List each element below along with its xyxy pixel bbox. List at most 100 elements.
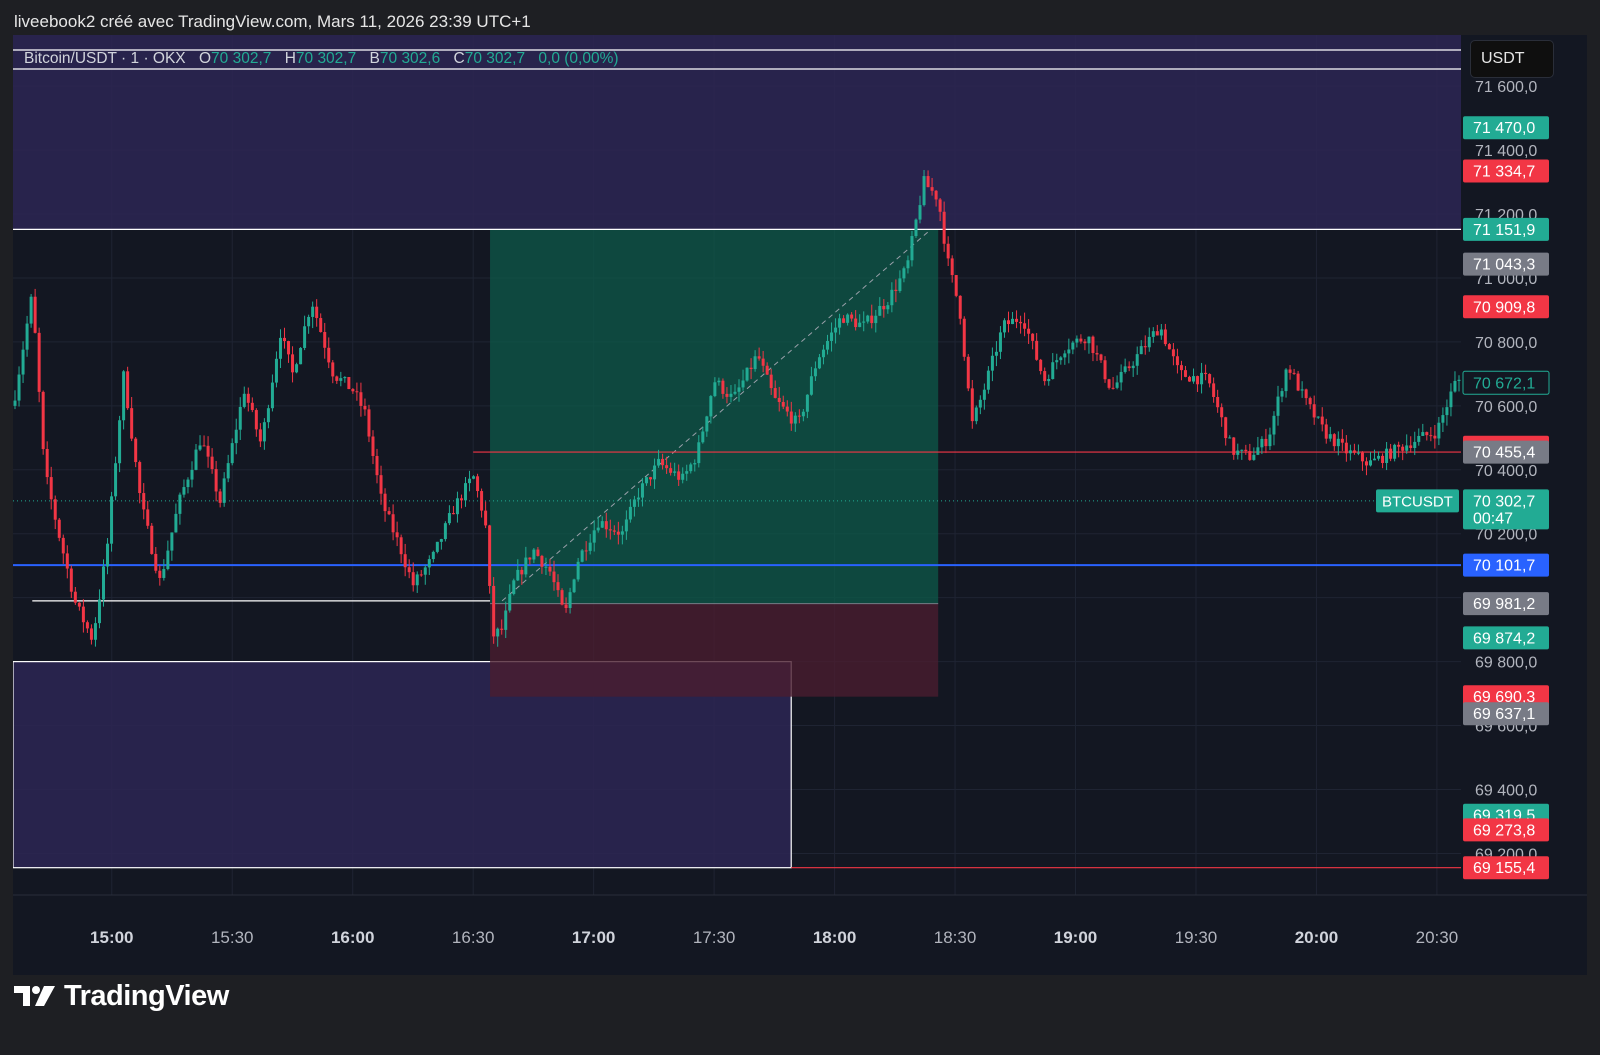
candle-body — [665, 465, 669, 469]
candle-body — [134, 438, 138, 463]
candle-body — [1159, 329, 1163, 336]
candle-body — [1139, 346, 1143, 355]
candle-body — [596, 527, 600, 531]
candle-body — [403, 554, 407, 568]
candle-body — [544, 566, 548, 568]
candle-body — [222, 478, 226, 503]
candle-body — [423, 567, 427, 575]
candle-body — [846, 314, 850, 323]
candle-body — [1067, 349, 1071, 354]
candle-body — [439, 539, 443, 542]
candle-body — [1320, 416, 1324, 425]
candle-body — [757, 356, 761, 359]
candle-body — [902, 268, 906, 279]
tradingview-logo-icon — [14, 986, 55, 1006]
candle-body — [443, 523, 447, 540]
time-axis-tick-6: 18:00 — [813, 928, 856, 947]
candle-body — [234, 429, 238, 444]
candle-body — [238, 406, 242, 430]
currency-selector[interactable]: USDT — [1470, 40, 1554, 78]
candle-body — [1119, 371, 1123, 383]
candle-body — [1047, 378, 1051, 382]
candle-body — [69, 568, 73, 592]
candle-body — [842, 318, 846, 323]
price-label-text-3: 71 043,3 — [1473, 257, 1535, 274]
candle-body — [500, 628, 504, 630]
candle-body — [1449, 391, 1453, 408]
low-label: B — [369, 50, 380, 67]
candle-body — [25, 323, 29, 350]
candle-body — [1445, 407, 1449, 416]
candle-body — [1027, 328, 1031, 334]
candle-body — [122, 371, 126, 421]
candle-body — [918, 205, 922, 220]
candle-body — [817, 357, 821, 369]
candle-body — [741, 380, 745, 388]
candle-body — [1039, 359, 1043, 372]
candle-body — [1377, 455, 1381, 459]
candle-body — [560, 590, 564, 605]
candle-body — [1147, 336, 1151, 348]
candle-body — [242, 393, 246, 407]
candle-body — [532, 549, 536, 560]
candle-body — [77, 602, 81, 607]
high-label: H — [284, 50, 296, 67]
candle-body — [540, 555, 544, 567]
candle-body — [1123, 366, 1127, 372]
close-value: 70 302,7 — [464, 50, 526, 67]
candle-body — [524, 557, 528, 575]
candle-body — [21, 349, 25, 375]
candle-body — [709, 396, 713, 417]
candle-body — [97, 599, 101, 624]
candle-body — [830, 332, 834, 341]
candle-body — [1429, 435, 1433, 437]
price-label-text-8: 70 302,7 — [1473, 493, 1535, 510]
candle-body — [661, 458, 665, 466]
candle-body — [327, 347, 331, 363]
candle-body — [994, 351, 998, 356]
candle-body — [190, 469, 194, 480]
candle-body — [604, 521, 608, 530]
candle-body — [1433, 435, 1437, 439]
candle-body — [1224, 417, 1228, 439]
candle-body — [488, 525, 492, 586]
candle-body — [998, 332, 1002, 352]
candle-body — [73, 591, 77, 603]
candle-body — [1019, 321, 1023, 324]
candle-body — [1135, 354, 1139, 366]
candlestick-chart[interactable]: 71 600,071 400,071 200,071 000,070 800,0… — [13, 35, 1587, 975]
high-value: 70 302,7 — [295, 50, 357, 67]
candle-body — [1131, 365, 1135, 369]
candle-body — [1332, 434, 1336, 447]
candle-body — [407, 567, 411, 573]
candle-body — [1228, 437, 1232, 439]
candle-body — [427, 559, 431, 568]
candle-body — [645, 477, 648, 484]
candle-body — [693, 463, 697, 465]
time-axis-tick-7: 18:30 — [934, 928, 977, 947]
candle-body — [291, 354, 295, 373]
candle-body — [1103, 360, 1107, 380]
candle-body — [270, 382, 274, 409]
candle-body — [1183, 370, 1187, 377]
candle-body — [162, 569, 166, 578]
price-label-text-2: 71 151,9 — [1473, 222, 1535, 239]
tradingview-brand[interactable]: TradingView — [14, 978, 229, 1014]
candle-body — [351, 389, 355, 392]
candle-body — [1373, 458, 1377, 461]
candle-body — [982, 389, 986, 400]
candle-body — [978, 399, 982, 408]
candle-body — [793, 415, 797, 424]
candle-body — [194, 449, 198, 470]
candle-body — [1316, 416, 1320, 418]
candle-body — [1127, 366, 1131, 369]
candle-body — [1023, 323, 1027, 329]
chart-area[interactable]: 71 600,0 71 400,0 71 200,0 71 000,0 70 800,0… — [13, 35, 1587, 975]
candle-body — [102, 566, 105, 600]
candle-body — [480, 491, 484, 511]
candle-body — [898, 278, 902, 291]
candle-body — [1256, 447, 1260, 455]
candle-body — [910, 236, 914, 261]
candle-body — [343, 377, 347, 379]
candle-body — [150, 525, 154, 554]
